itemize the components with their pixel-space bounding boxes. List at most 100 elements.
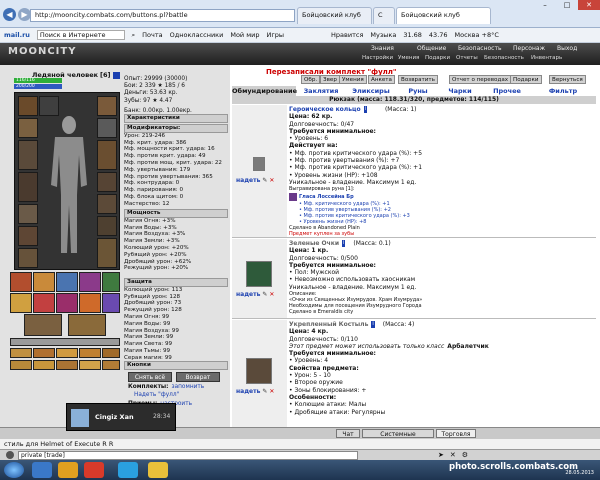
elixir-4[interactable] bbox=[79, 348, 101, 358]
slot-boots[interactable] bbox=[97, 238, 117, 268]
start-icon[interactable] bbox=[4, 462, 24, 478]
skype-notification[interactable]: Cingiz Xan 28:34 bbox=[66, 403, 176, 431]
goggles-image[interactable] bbox=[246, 261, 272, 287]
quick-slot-1[interactable] bbox=[10, 272, 32, 292]
item-name[interactable]: Укрепленный Костыль bbox=[289, 321, 368, 328]
ring-image[interactable] bbox=[253, 157, 265, 171]
browser-tab-2[interactable]: С bbox=[373, 7, 395, 24]
btn-skills[interactable]: Умения bbox=[339, 75, 367, 84]
quick-slot-6[interactable] bbox=[10, 293, 32, 313]
bookmark-ok[interactable]: Одноклассники bbox=[170, 31, 224, 39]
buttons-header[interactable]: Кнопки bbox=[124, 361, 228, 370]
throw-icon[interactable]: ✎ bbox=[262, 291, 267, 298]
bookmark-mymir[interactable]: Мой мир bbox=[230, 31, 259, 39]
submenu-inventory[interactable]: Инвентарь bbox=[531, 55, 562, 61]
elixir-9[interactable] bbox=[79, 360, 101, 370]
tab-runes[interactable]: Руны bbox=[398, 86, 438, 96]
slot-ring-2[interactable] bbox=[97, 194, 117, 214]
elixir-5[interactable] bbox=[102, 348, 120, 358]
elixir-6[interactable] bbox=[10, 360, 32, 370]
tab-equipment[interactable]: Обмундирование bbox=[232, 86, 297, 96]
info-icon[interactable]: i bbox=[363, 106, 367, 114]
bookmark-games[interactable]: Игры bbox=[266, 31, 284, 39]
elixir-2[interactable] bbox=[33, 348, 55, 358]
quick-slot-10[interactable] bbox=[102, 293, 120, 313]
chat-input[interactable]: private [trade] bbox=[18, 450, 358, 460]
quick-slot-2[interactable] bbox=[33, 272, 55, 292]
wear-link[interactable]: надеть bbox=[236, 388, 260, 395]
slot-offhand[interactable] bbox=[97, 140, 117, 170]
btn-beast[interactable]: Звер bbox=[320, 75, 340, 84]
menu-social[interactable]: Общение bbox=[417, 45, 446, 52]
back-icon[interactable]: ◀ bbox=[3, 8, 16, 21]
rune-name[interactable]: Гласа Лоссейна Бр bbox=[299, 194, 354, 200]
btn-gifts[interactable]: Подарки bbox=[510, 75, 542, 84]
tab-filter[interactable]: Фильтр bbox=[536, 86, 590, 96]
smile-icon[interactable] bbox=[6, 451, 14, 459]
tab-other[interactable]: Прочее bbox=[484, 86, 530, 96]
delete-icon[interactable]: ✕ bbox=[269, 388, 274, 395]
wear-link[interactable]: надеть bbox=[236, 291, 260, 298]
submenu-skills[interactable]: Умения bbox=[398, 55, 419, 61]
submenu-gifts[interactable]: Подарки bbox=[425, 55, 450, 61]
btn-transfer-report[interactable]: Отчет о переводах bbox=[449, 75, 512, 84]
throw-icon[interactable]: ✎ bbox=[262, 388, 267, 395]
btn-back[interactable]: Вернуться bbox=[549, 75, 586, 84]
tab-spells[interactable]: Заклятия bbox=[298, 86, 344, 96]
chrome-icon[interactable] bbox=[148, 462, 168, 478]
slot-earring[interactable] bbox=[18, 96, 38, 116]
quick-slot-9[interactable] bbox=[79, 293, 101, 313]
address-bar[interactable]: http://mooncity.combats.com/buttons.pl?b… bbox=[30, 9, 295, 22]
slot-shield[interactable] bbox=[97, 118, 117, 138]
minimize-icon[interactable]: – bbox=[534, 0, 556, 10]
slot-belt[interactable] bbox=[18, 204, 38, 224]
elixir-1[interactable] bbox=[10, 348, 32, 358]
delete-icon[interactable]: ✕ bbox=[269, 291, 274, 298]
defense-header[interactable]: Защита bbox=[124, 278, 228, 287]
clear-icon[interactable]: ✕ bbox=[450, 451, 456, 459]
submenu-reports[interactable]: Отчеты bbox=[456, 55, 478, 61]
submenu-settings[interactable]: Настройки bbox=[362, 55, 393, 61]
quick-slot-8[interactable] bbox=[56, 293, 78, 313]
throw-icon[interactable]: ✎ bbox=[262, 177, 267, 184]
slot-boots-left[interactable] bbox=[18, 248, 38, 268]
characteristics-header[interactable]: Характеристики bbox=[124, 114, 228, 123]
info-icon[interactable]: i bbox=[342, 240, 346, 248]
menu-exit[interactable]: Выход bbox=[557, 45, 577, 52]
slot-helmet[interactable] bbox=[39, 96, 59, 116]
settings-icon[interactable]: ⚙ bbox=[462, 451, 468, 459]
close-icon[interactable]: ✕ bbox=[578, 0, 600, 10]
btn-profile[interactable]: Анкета bbox=[368, 75, 395, 84]
info-icon[interactable]: i bbox=[371, 321, 375, 329]
chat-tab-trade[interactable]: Торговля bbox=[436, 429, 476, 438]
menu-knowledge[interactable]: Знания bbox=[371, 45, 394, 52]
quick-slot-5[interactable] bbox=[102, 272, 120, 292]
slot-bracer[interactable] bbox=[97, 96, 117, 116]
chat-tab-chat[interactable]: Чат bbox=[336, 429, 360, 438]
browser-tab-active[interactable]: Бойцовский клуб bbox=[396, 7, 491, 24]
maximize-icon[interactable]: □ bbox=[556, 0, 578, 10]
quick-slot-4[interactable] bbox=[79, 272, 101, 292]
media-icon[interactable] bbox=[84, 462, 104, 478]
bag-slot-1[interactable] bbox=[24, 314, 62, 336]
sets-save-link[interactable]: запомнить bbox=[172, 384, 205, 390]
elixir-8[interactable] bbox=[56, 360, 78, 370]
rune-icon[interactable] bbox=[289, 193, 297, 202]
item-name[interactable]: Героическое кольцо bbox=[289, 106, 361, 113]
modifiers-header[interactable]: Модификаторы: bbox=[124, 124, 228, 133]
return-button[interactable]: Возврат bbox=[176, 372, 220, 382]
item-name[interactable]: Зеленые Очки bbox=[289, 240, 339, 247]
elixir-3[interactable] bbox=[56, 348, 78, 358]
slot-gloves[interactable] bbox=[18, 226, 38, 246]
menu-character[interactable]: Персонаж bbox=[513, 45, 545, 52]
slot-weapon[interactable] bbox=[18, 140, 38, 170]
elixir-7[interactable] bbox=[33, 360, 55, 370]
bookmark-mail[interactable]: Почта bbox=[142, 31, 162, 39]
delete-icon[interactable]: ✕ bbox=[269, 177, 274, 184]
send-icon[interactable]: ➤ bbox=[438, 451, 444, 459]
elixir-10[interactable] bbox=[102, 360, 120, 370]
set-full-link[interactable]: Надеть "фулл" bbox=[134, 392, 179, 398]
crutch-image[interactable] bbox=[246, 358, 272, 384]
bag-slot-2[interactable] bbox=[68, 314, 106, 336]
info-icon[interactable] bbox=[112, 71, 120, 79]
